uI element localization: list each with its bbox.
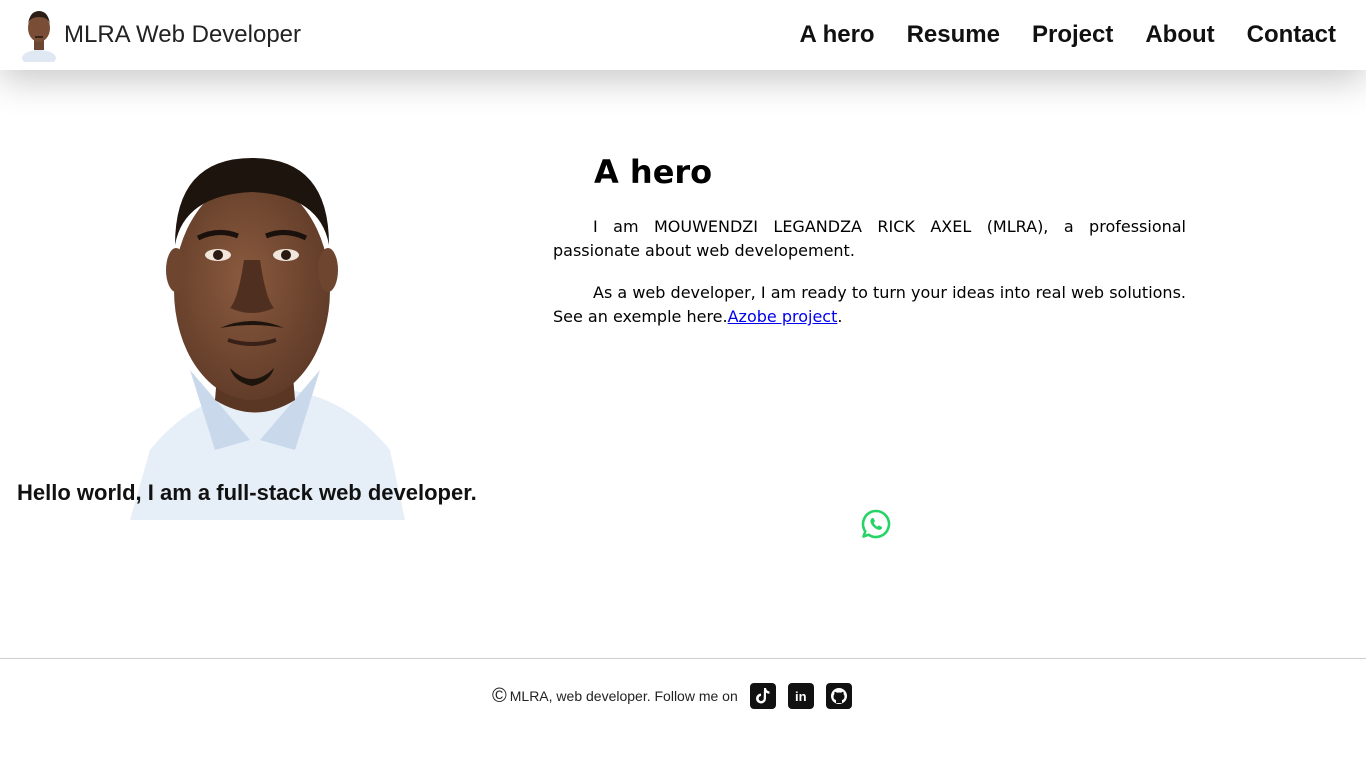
brand-title: MLRA Web Developer	[64, 21, 301, 48]
main-nav: A hero Resume Project About Contact	[767, 0, 1336, 70]
github-icon[interactable]	[825, 683, 852, 709]
portrait-image	[130, 158, 405, 520]
footer-text: MLRA, web developer. Follow me on	[509, 688, 738, 704]
developer-paragraph-text: As a web developer, I am ready to turn y…	[553, 283, 1186, 326]
tiktok-icon[interactable]	[749, 683, 776, 709]
github-glyph	[830, 688, 847, 704]
hero-heading: A hero	[594, 153, 713, 191]
nav-item-about[interactable]: About	[1145, 21, 1214, 49]
developer-paragraph: As a web developer, I am ready to turn y…	[553, 281, 1186, 329]
footer-credit: © MLRA, web developer. Follow me on in	[492, 683, 852, 709]
brand-avatar-image	[22, 11, 56, 62]
azobe-project-link[interactable]: Azobe project	[728, 307, 838, 326]
linkedin-label: in	[794, 688, 807, 704]
hero-content: A hero I am MOUWENDZI LEGANDZA RICK AXEL…	[553, 148, 1186, 329]
brand[interactable]: MLRA Web Developer	[22, 6, 301, 64]
intro-paragraph: I am MOUWENDZI LEGANDZA RICK AXEL (MLRA)…	[553, 217, 1186, 260]
nav-item-contact[interactable]: Contact	[1247, 21, 1336, 49]
whatsapp-icon[interactable]	[860, 508, 892, 540]
tiktok-glyph	[755, 688, 770, 704]
site-footer: © MLRA, web developer. Follow me on in	[0, 658, 1366, 768]
nav-item-a-hero[interactable]: A hero	[799, 21, 874, 49]
linkedin-icon[interactable]: in	[787, 683, 814, 709]
site-header: MLRA Web Developer A hero Resume Project…	[0, 0, 1366, 70]
developer-paragraph-end: .	[837, 307, 843, 326]
hero-tagline: Hello world, I am a full-stack web devel…	[17, 480, 477, 505]
copyright-symbol: ©	[492, 684, 507, 707]
nav-item-resume[interactable]: Resume	[907, 21, 1000, 49]
nav-item-project[interactable]: Project	[1032, 21, 1113, 49]
